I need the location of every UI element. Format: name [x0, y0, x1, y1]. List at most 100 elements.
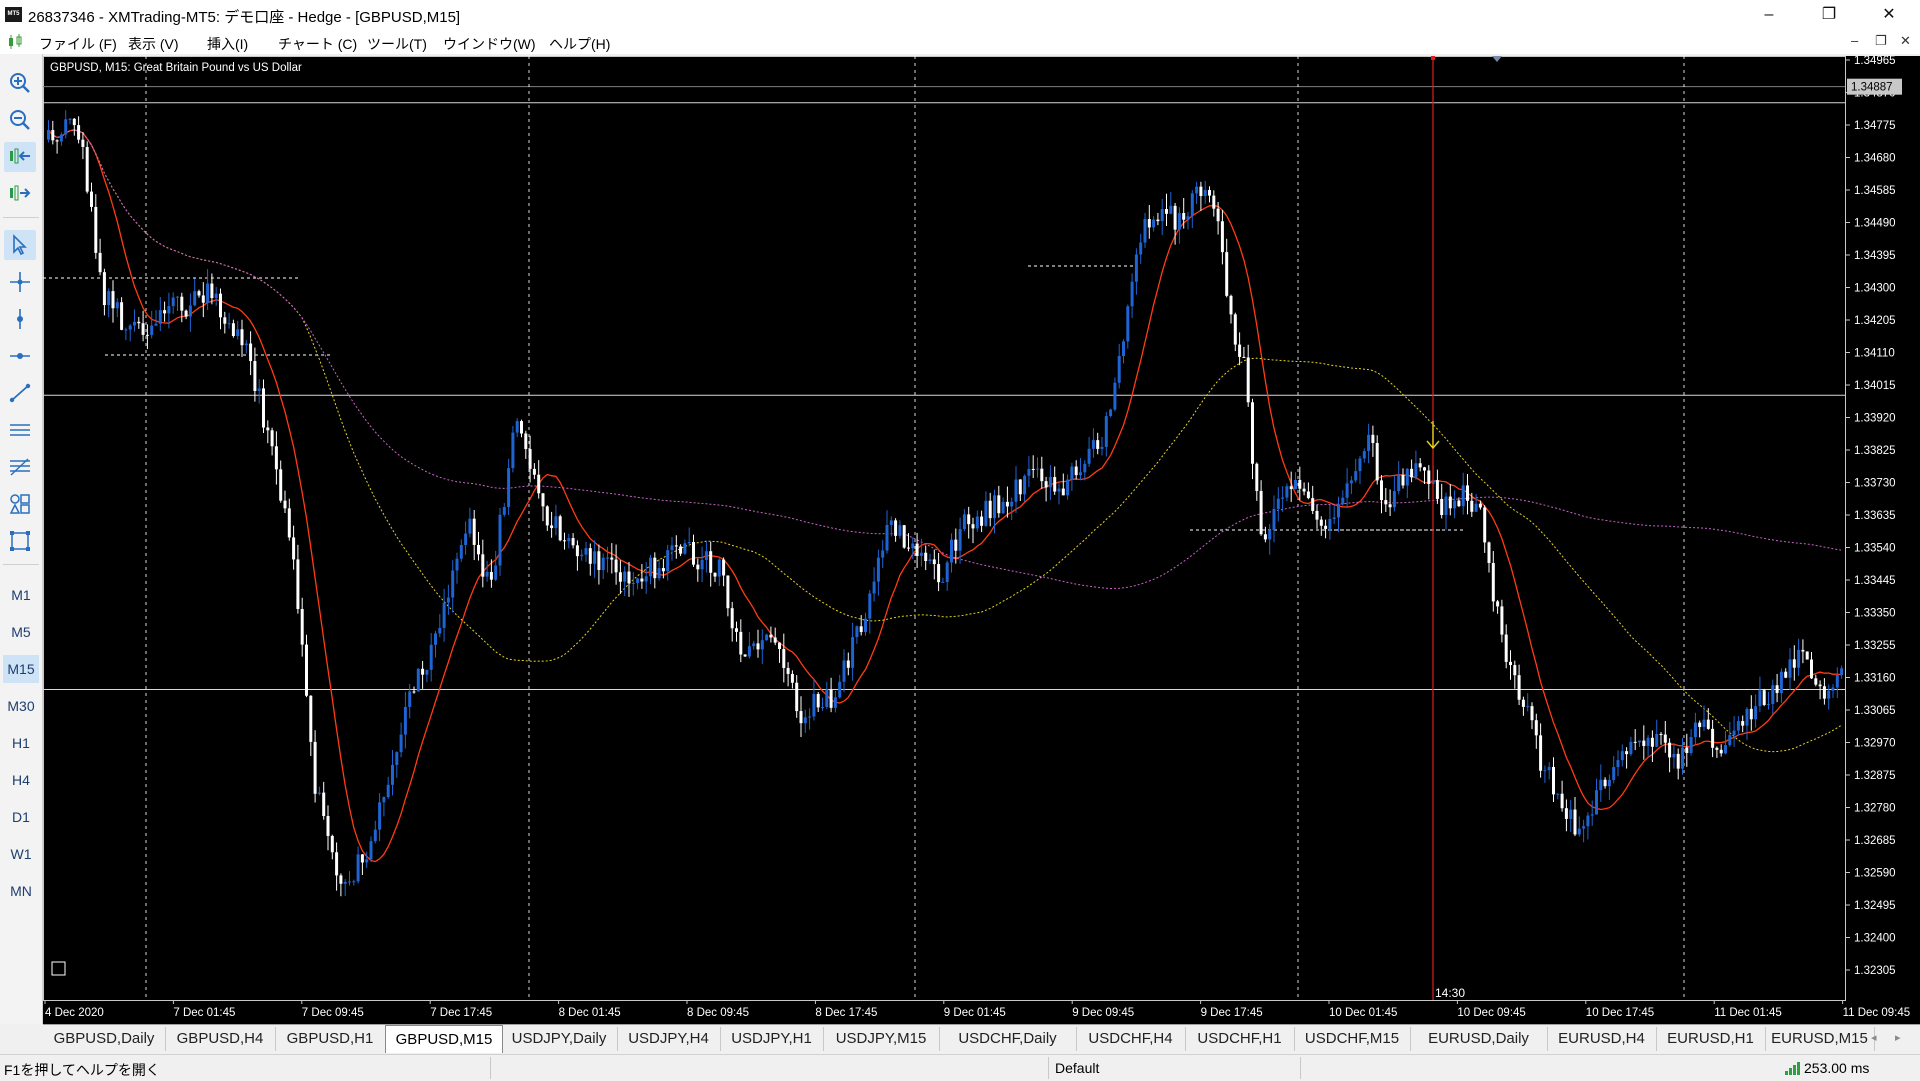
timeframe-m15[interactable]: M15	[3, 655, 39, 683]
candle-body	[954, 539, 958, 551]
chart-tab[interactable]: USDCHF,Daily	[939, 1027, 1077, 1051]
candle-body	[1595, 790, 1598, 815]
timeframe-m30[interactable]: M30	[3, 692, 39, 720]
menu-file[interactable]: ファイル (F)	[39, 34, 117, 54]
menu-window[interactable]: ウインドウ(W)	[443, 34, 536, 54]
chart-tab[interactable]: EURUSD,M15	[1765, 1027, 1875, 1051]
menu-tools[interactable]: ツール(T)	[367, 34, 427, 54]
candle-body	[1547, 766, 1551, 771]
object-frame-icon[interactable]	[4, 526, 36, 556]
candle-body	[257, 388, 261, 391]
candle-body	[1410, 468, 1414, 478]
chart-tab[interactable]: GBPUSD,H4	[165, 1027, 276, 1051]
candle-body	[1311, 498, 1315, 511]
menu-chart[interactable]: チャート (C)	[278, 34, 357, 54]
tab-scroll-left-icon[interactable]: ◂	[1871, 1031, 1877, 1044]
price-chart[interactable]: 14:30 1.349651.348701.347751.346801.3458…	[43, 55, 1920, 1024]
candle-body	[1220, 221, 1224, 253]
candle-body	[700, 559, 704, 570]
channel-icon[interactable]	[4, 415, 36, 445]
chart-shift-icon[interactable]	[4, 179, 36, 209]
mdi-restore-button[interactable]: ❐	[1875, 33, 1887, 49]
chart-tab[interactable]: EURUSD,H4	[1547, 1027, 1657, 1051]
vertical-line-icon[interactable]	[4, 304, 36, 334]
candle-body	[403, 706, 407, 735]
candle-body	[919, 552, 923, 556]
candle-body	[115, 302, 119, 309]
candle-body	[735, 628, 738, 632]
candle-body	[274, 446, 278, 470]
candle-body	[64, 119, 68, 135]
candle-body	[223, 317, 227, 324]
timeframe-mn[interactable]: MN	[3, 877, 39, 905]
candle-body	[1251, 402, 1254, 464]
candle-body	[1784, 671, 1788, 678]
candle-body	[270, 430, 274, 447]
mdi-minimize-button[interactable]: –	[1851, 33, 1858, 48]
fibonacci-icon[interactable]	[4, 452, 36, 482]
candle-body	[1689, 737, 1693, 754]
candle-body	[1358, 458, 1362, 472]
chart-tab[interactable]: GBPUSD,Daily	[43, 1027, 166, 1051]
chart-info-label: GBPUSD, M15: Great Britain Pound vs US D…	[50, 62, 302, 74]
chart-tab[interactable]: EURUSD,Daily	[1410, 1027, 1548, 1051]
candle-body	[1655, 733, 1659, 747]
minimize-button[interactable]: –	[1746, 0, 1792, 30]
candle-body	[1156, 219, 1160, 222]
candle-body	[584, 548, 588, 555]
candle-body	[102, 272, 106, 306]
chart-tab[interactable]: USDCHF,M15	[1294, 1027, 1411, 1051]
menu-help[interactable]: ヘルプ(H)	[549, 34, 610, 54]
status-profile[interactable]: Default	[1055, 1060, 1099, 1076]
candle-body	[1543, 770, 1547, 772]
chart-tab[interactable]: GBPUSD,M15	[385, 1025, 503, 1053]
price-label: 1.33065	[1854, 705, 1896, 717]
candle-body	[1380, 480, 1383, 501]
timeframe-d1[interactable]: D1	[3, 803, 39, 831]
candle-body	[1797, 649, 1801, 668]
timeframe-m5[interactable]: M5	[3, 618, 39, 646]
candle-body	[1831, 687, 1835, 691]
menu-view[interactable]: 表示 (V)	[128, 34, 179, 54]
candle-body	[1487, 542, 1491, 563]
auto-scroll-icon[interactable]	[4, 142, 36, 172]
timeframe-h4[interactable]: H4	[3, 766, 39, 794]
zoom-out-icon[interactable]	[4, 105, 36, 135]
shapes-icon[interactable]	[4, 489, 36, 519]
candle-body	[868, 593, 872, 619]
zoom-in-icon[interactable]	[4, 68, 36, 98]
candle-body	[1840, 668, 1844, 675]
chart-tabs-bar: GBPUSD,Daily GBPUSD,H4 GBPUSD,H1 GBPUSD,M15…	[43, 1024, 1920, 1055]
tab-scroll-right-icon[interactable]: ▸	[1895, 1031, 1901, 1044]
candle-body	[1285, 486, 1289, 498]
restore-button[interactable]: ❐	[1806, 0, 1852, 30]
candle-body	[1835, 674, 1839, 688]
cursor-icon[interactable]	[4, 230, 36, 260]
candle-body	[1754, 706, 1758, 720]
candle-body	[1332, 517, 1336, 519]
chart-tab[interactable]: USDCHF,H1	[1185, 1027, 1295, 1051]
time-label: 10 Dec 17:45	[1586, 1007, 1654, 1019]
candle-body	[593, 551, 597, 564]
timeframe-w1[interactable]: W1	[3, 840, 39, 868]
chart-tab[interactable]: EURUSD,H1	[1656, 1027, 1766, 1051]
candle-body	[773, 637, 777, 643]
timeframe-m1[interactable]: M1	[3, 581, 39, 609]
crosshair-icon[interactable]	[4, 267, 36, 297]
chart-tab[interactable]: GBPUSD,H1	[275, 1027, 386, 1051]
candle-body	[124, 329, 128, 331]
close-button[interactable]: ✕	[1866, 0, 1912, 30]
mdi-close-button[interactable]: ✕	[1900, 33, 1911, 49]
horizontal-line-icon[interactable]	[4, 341, 36, 371]
chart-tab[interactable]: USDJPY,M15	[823, 1027, 940, 1051]
menu-insert[interactable]: 挿入(I)	[207, 34, 248, 54]
chart-tab[interactable]: USDJPY,Daily	[501, 1027, 618, 1051]
chart-tab[interactable]: USDJPY,H4	[617, 1027, 721, 1051]
candle-body	[902, 525, 906, 548]
candle-body	[77, 125, 81, 140]
price-label: 1.33350	[1854, 608, 1896, 620]
timeframe-h1[interactable]: H1	[3, 729, 39, 757]
chart-tab[interactable]: USDJPY,H1	[720, 1027, 824, 1051]
chart-tab[interactable]: USDCHF,H4	[1076, 1027, 1186, 1051]
trend-line-icon[interactable]	[4, 378, 36, 408]
